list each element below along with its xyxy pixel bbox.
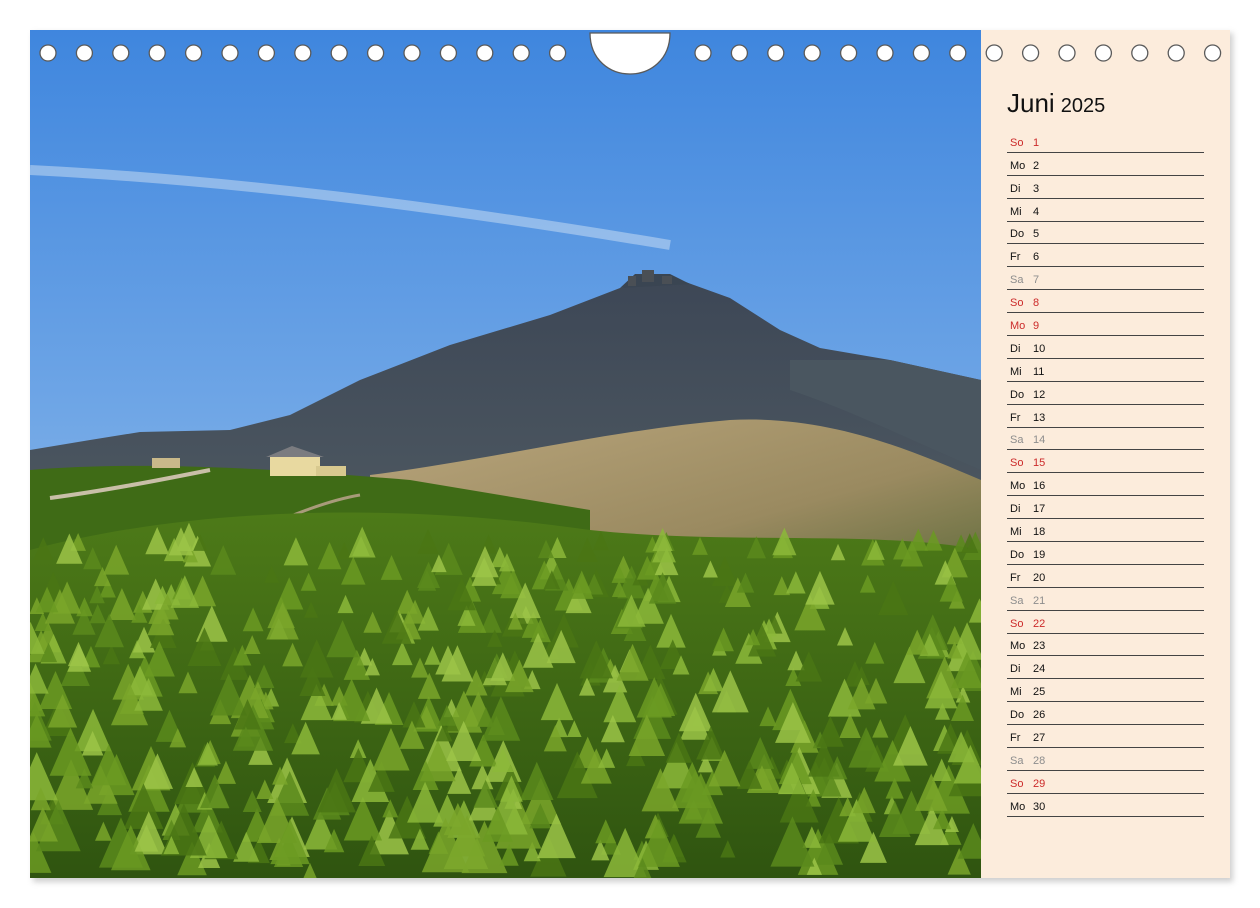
day-row: Fr 6 xyxy=(1007,244,1204,268)
day-number: 19 xyxy=(1033,548,1046,561)
weekday-label: Di xyxy=(1010,342,1021,355)
day-number: 14 xyxy=(1033,434,1046,447)
day-row: Mi 25 xyxy=(1007,679,1204,703)
day-number: 7 xyxy=(1033,274,1040,287)
day-list: So 1 Mo 2 Di 3 Mi 4 Do 5 Fr 6 Sa 7 So 8 Mo 9 Di 10 Mi 11 Do 12 F… xyxy=(1007,130,1204,817)
weekday-label: Mo xyxy=(1010,800,1026,813)
day-row: Mo 16 xyxy=(1007,473,1204,497)
day-row: Sa 7 xyxy=(1007,267,1204,291)
weekday-label: Do xyxy=(1010,228,1025,241)
weekday-label: Sa xyxy=(1010,434,1024,447)
day-number: 13 xyxy=(1033,411,1046,424)
calendar-page: Juni 2025 So 1 Mo 2 Di 3 Mi 4 Do 5 Fr 6 Sa 7 So 8 Mo 9 Di 10… xyxy=(30,30,1230,878)
day-number: 17 xyxy=(1033,503,1046,516)
day-number: 8 xyxy=(1033,297,1040,310)
day-number: 2 xyxy=(1033,159,1040,172)
day-row: So 22 xyxy=(1007,611,1204,634)
weekday-label: Di xyxy=(1010,503,1021,516)
weekday-label: Mi xyxy=(1010,205,1022,218)
day-number: 18 xyxy=(1033,526,1046,539)
mountain-landscape-photo xyxy=(30,30,981,878)
day-row: Fr 20 xyxy=(1007,565,1204,588)
weekday-label: Mo xyxy=(1010,320,1026,333)
weekday-label: Mi xyxy=(1010,365,1022,378)
day-number: 5 xyxy=(1033,228,1040,241)
weekday-label: Mo xyxy=(1010,159,1026,172)
day-row: Di 24 xyxy=(1007,656,1204,680)
day-number: 15 xyxy=(1033,457,1046,470)
day-row: Do 26 xyxy=(1007,702,1204,726)
day-number: 22 xyxy=(1033,617,1046,630)
day-row: Mi 4 xyxy=(1007,199,1204,222)
day-number: 6 xyxy=(1033,251,1040,264)
weekday-label: Sa xyxy=(1010,274,1024,287)
weekday-label: Do xyxy=(1010,709,1025,722)
day-number: 9 xyxy=(1033,320,1040,333)
calendar-panel: Juni 2025 So 1 Mo 2 Di 3 Mi 4 Do 5 Fr 6 Sa 7 So 8 Mo 9 Di 10… xyxy=(981,30,1230,878)
day-number: 25 xyxy=(1033,686,1046,699)
day-row: Do 19 xyxy=(1007,542,1204,565)
weekday-label: Sa xyxy=(1010,754,1024,767)
weekday-label: Mi xyxy=(1010,526,1022,539)
month-name: Juni xyxy=(1007,88,1055,118)
day-row: So 29 xyxy=(1007,771,1204,794)
day-number: 12 xyxy=(1033,388,1046,401)
day-number: 11 xyxy=(1033,365,1045,378)
day-row: Mi 18 xyxy=(1007,519,1204,543)
weekday-label: So xyxy=(1010,777,1024,790)
weekday-label: Fr xyxy=(1010,571,1021,584)
day-row: Mo 30 xyxy=(1007,794,1204,817)
weekday-label: So xyxy=(1010,136,1024,149)
day-row: So 1 xyxy=(1007,130,1204,153)
weekday-label: Mo xyxy=(1010,480,1026,493)
day-number: 1 xyxy=(1033,136,1040,149)
day-row: Mo 9 xyxy=(1007,313,1204,337)
day-row: Mo 2 xyxy=(1007,153,1204,176)
weekday-label: Do xyxy=(1010,548,1025,561)
day-number: 26 xyxy=(1033,709,1046,722)
day-number: 3 xyxy=(1033,182,1040,195)
day-number: 24 xyxy=(1033,663,1046,676)
day-row: Do 12 xyxy=(1007,382,1204,405)
day-number: 29 xyxy=(1033,777,1046,790)
weekday-label: Fr xyxy=(1010,732,1021,745)
day-number: 16 xyxy=(1033,480,1046,493)
day-number: 20 xyxy=(1033,571,1046,584)
day-row: Di 10 xyxy=(1007,336,1204,359)
day-row: Do 5 xyxy=(1007,222,1204,245)
day-number: 21 xyxy=(1033,594,1046,607)
day-row: Sa 14 xyxy=(1007,428,1204,451)
weekday-label: Di xyxy=(1010,182,1021,195)
day-row: Mo 23 xyxy=(1007,634,1204,657)
weekday-label: So xyxy=(1010,617,1024,630)
day-row: Sa 21 xyxy=(1007,588,1204,611)
day-number: 30 xyxy=(1033,800,1046,813)
weekday-label: Di xyxy=(1010,663,1021,676)
weekday-label: Sa xyxy=(1010,594,1024,607)
day-row: Di 3 xyxy=(1007,176,1204,199)
weekday-label: Fr xyxy=(1010,251,1021,264)
day-row: Mi 11 xyxy=(1007,359,1204,382)
day-row: So 8 xyxy=(1007,290,1204,314)
weekday-label: So xyxy=(1010,297,1024,310)
weekday-label: Mi xyxy=(1010,686,1022,699)
day-number: 28 xyxy=(1033,754,1046,767)
weekday-label: So xyxy=(1010,457,1024,470)
weekday-label: Fr xyxy=(1010,411,1021,424)
day-row: Fr 13 xyxy=(1007,405,1204,428)
day-row: Fr 27 xyxy=(1007,725,1204,749)
day-row: Sa 28 xyxy=(1007,748,1204,771)
day-number: 23 xyxy=(1033,640,1046,653)
year-label: 2025 xyxy=(1060,95,1106,117)
weekday-label: Do xyxy=(1010,388,1025,401)
day-number: 10 xyxy=(1033,342,1046,355)
day-number: 4 xyxy=(1033,205,1040,218)
day-row: So 15 xyxy=(1007,450,1204,474)
month-title: Juni 2025 xyxy=(1007,88,1105,122)
day-row: Di 17 xyxy=(1007,496,1204,520)
weekday-label: Mo xyxy=(1010,640,1026,653)
day-number: 27 xyxy=(1033,732,1046,745)
